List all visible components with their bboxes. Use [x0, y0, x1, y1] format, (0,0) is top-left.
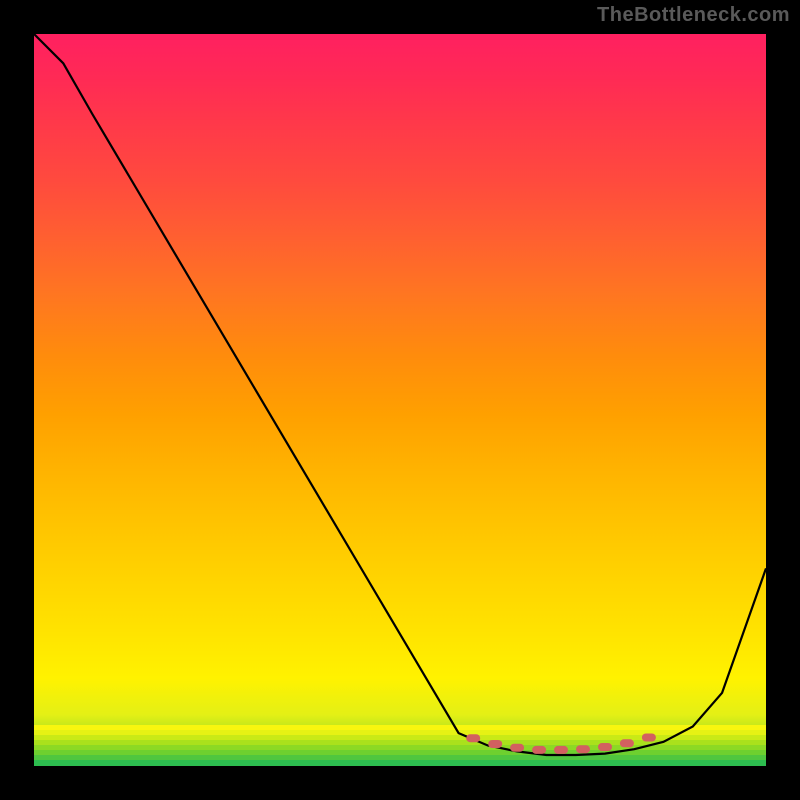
marker-dot — [642, 734, 656, 742]
marker-dot — [488, 740, 502, 748]
marker-dot — [510, 744, 524, 752]
chart-svg — [34, 34, 766, 766]
marker-dot — [554, 746, 568, 754]
bottleneck-curve — [34, 34, 766, 755]
watermark-text: TheBottleneck.com — [597, 4, 790, 27]
marker-dot — [576, 745, 590, 753]
marker-dot — [466, 734, 480, 742]
marker-dot — [598, 743, 612, 751]
marker-dot — [620, 739, 634, 747]
chart-plot-area — [34, 34, 766, 766]
marker-dot — [532, 746, 546, 754]
